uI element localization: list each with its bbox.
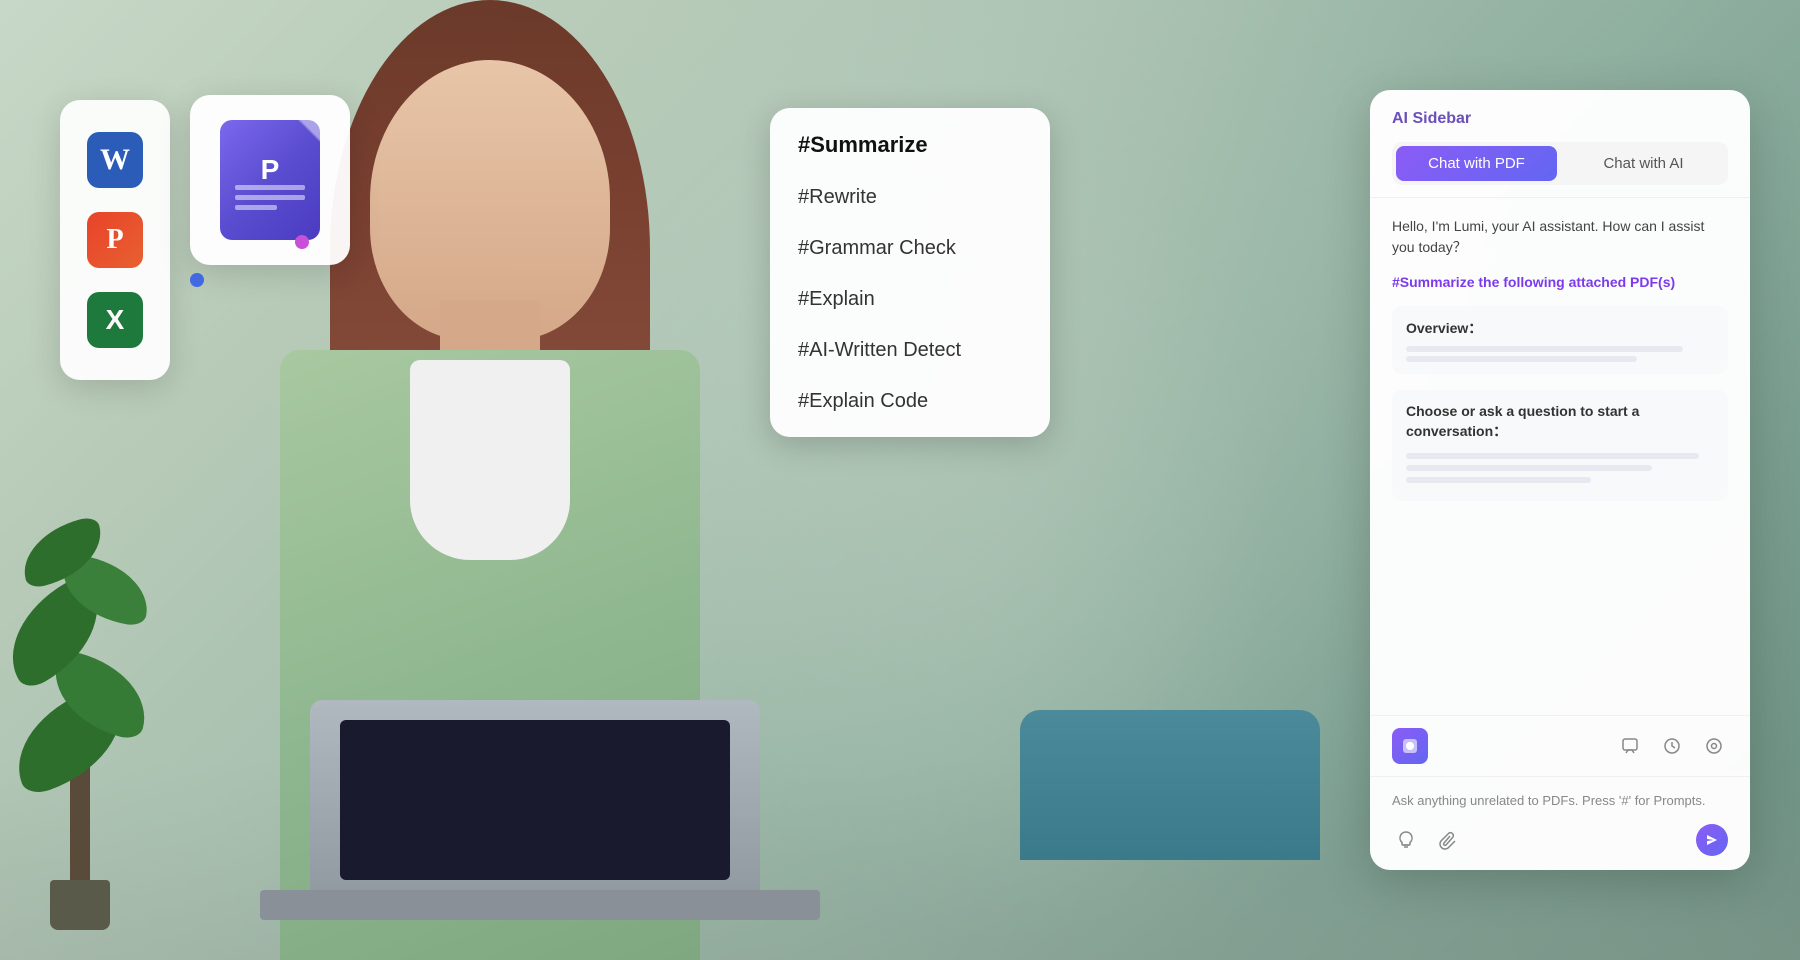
input-area: Ask anything unrelated to PDFs. Press '#… bbox=[1370, 777, 1750, 871]
word-icon[interactable]: W bbox=[87, 132, 143, 188]
command-summarize[interactable]: #Summarize bbox=[770, 118, 1050, 172]
overview-bar-2 bbox=[1406, 356, 1637, 362]
ai-sidebar: AI Sidebar Chat with PDF Chat with AI He… bbox=[1370, 90, 1750, 870]
settings-icon[interactable] bbox=[1700, 732, 1728, 760]
clock-icon[interactable] bbox=[1658, 732, 1686, 760]
powerpoint-icon[interactable]: P bbox=[87, 212, 143, 268]
choose-bar-2 bbox=[1406, 465, 1652, 471]
connection-dot-blue bbox=[190, 273, 204, 287]
command-rewrite[interactable]: #Rewrite bbox=[770, 172, 1050, 223]
couch bbox=[1020, 710, 1320, 860]
chat-history-icon[interactable] bbox=[1616, 732, 1644, 760]
tab-chat-pdf[interactable]: Chat with PDF bbox=[1396, 146, 1557, 181]
overview-bar-1 bbox=[1406, 346, 1683, 352]
send-button[interactable] bbox=[1696, 824, 1728, 856]
command-grammar-check[interactable]: #Grammar Check bbox=[770, 223, 1050, 274]
choose-bar-1 bbox=[1406, 453, 1699, 459]
choose-bar-3 bbox=[1406, 477, 1591, 483]
pdf-large-icon: P bbox=[220, 120, 320, 240]
tab-bar: Chat with PDF Chat with AI bbox=[1392, 142, 1728, 185]
input-row bbox=[1392, 824, 1728, 856]
lumi-icon bbox=[1392, 728, 1428, 764]
toolbar-icons-right bbox=[1616, 732, 1728, 760]
summarize-command-text: #Summarize the following attached PDF(s) bbox=[1392, 274, 1728, 290]
command-explain-code[interactable]: #Explain Code bbox=[770, 376, 1050, 427]
command-explain[interactable]: #Explain bbox=[770, 274, 1050, 325]
sidebar-toolbar bbox=[1370, 715, 1750, 777]
command-ai-written-detect[interactable]: #AI-Written Detect bbox=[770, 325, 1050, 376]
sidebar-title: AI Sidebar bbox=[1392, 110, 1728, 128]
lightbulb-icon[interactable] bbox=[1392, 826, 1420, 854]
excel-icon[interactable]: X bbox=[87, 292, 143, 348]
input-left-icons bbox=[1392, 826, 1462, 854]
app-icons-card: W P X bbox=[60, 100, 170, 380]
commands-card: #Summarize #Rewrite #Grammar Check #Expl… bbox=[770, 108, 1050, 437]
overview-label: Overview： bbox=[1406, 318, 1714, 338]
input-placeholder-text: Ask anything unrelated to PDFs. Press '#… bbox=[1392, 791, 1728, 811]
sidebar-content: Hello, I'm Lumi, your AI assistant. How … bbox=[1370, 198, 1750, 715]
connection-dot-purple bbox=[295, 235, 309, 249]
choose-label: Choose or ask a question to start a conv… bbox=[1406, 402, 1714, 441]
tab-chat-ai[interactable]: Chat with AI bbox=[1563, 146, 1724, 181]
overview-section: Overview： bbox=[1392, 306, 1728, 374]
greeting-message: Hello, I'm Lumi, your AI assistant. How … bbox=[1392, 216, 1728, 258]
sidebar-header: AI Sidebar Chat with PDF Chat with AI bbox=[1370, 90, 1750, 198]
choose-section: Choose or ask a question to start a conv… bbox=[1392, 390, 1728, 501]
pdfelement-card: P bbox=[190, 95, 350, 265]
paperclip-icon[interactable] bbox=[1434, 826, 1462, 854]
